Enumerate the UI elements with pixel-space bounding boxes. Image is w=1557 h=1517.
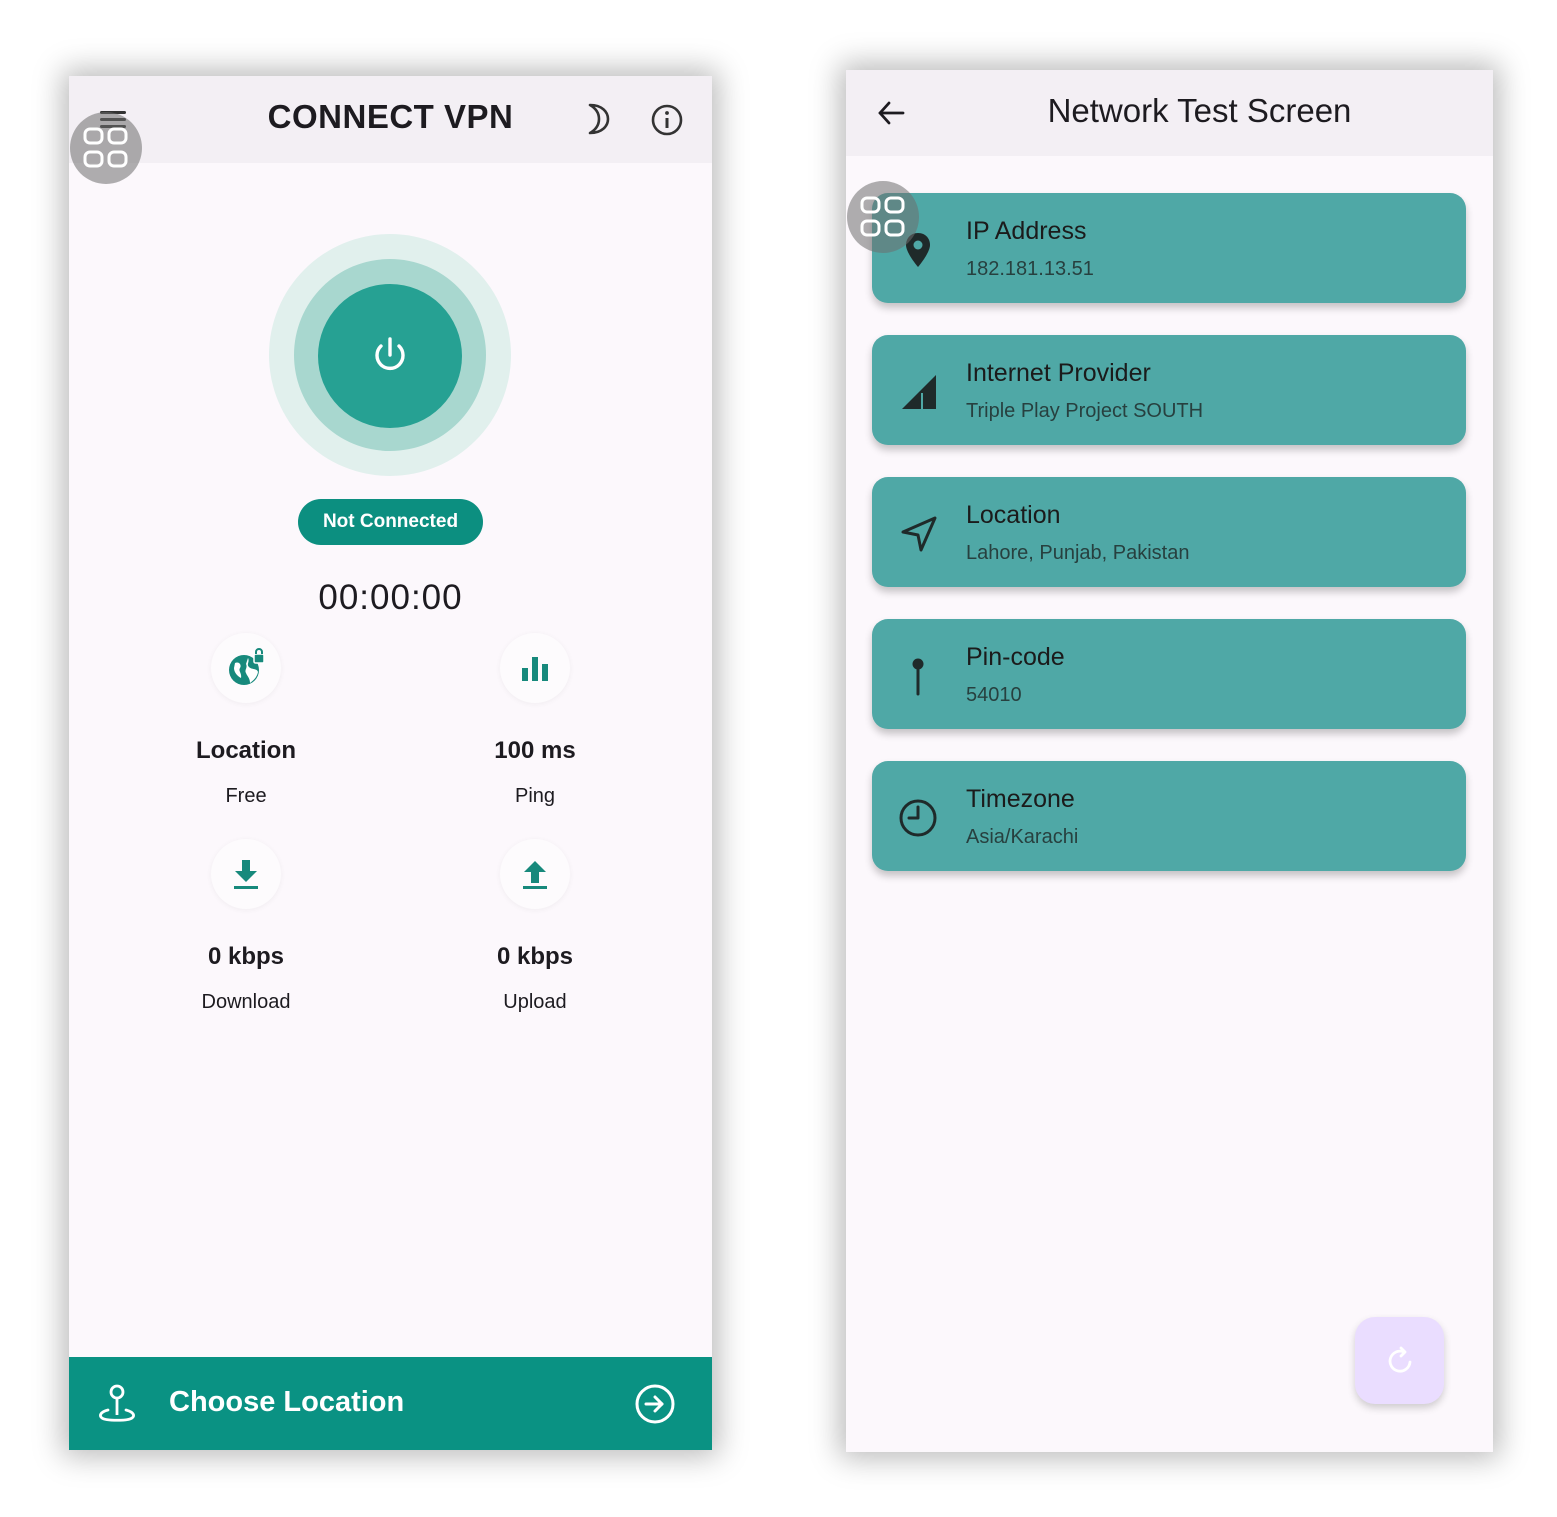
stat-location: Location Free <box>146 633 346 808</box>
status-badge: Not Connected <box>298 499 483 545</box>
power-icon <box>375 337 405 370</box>
info-icon[interactable] <box>650 103 684 137</box>
stat-upload-value: 0 kbps <box>496 943 574 970</box>
vpn-screen: CONNECT VPN Not Connected 00:00:00 Locat… <box>69 76 712 1450</box>
stat-download-icon-wrap <box>211 839 281 909</box>
location-pin-icon <box>99 1384 135 1422</box>
card-value: Asia/Karachi <box>966 826 1079 848</box>
choose-location-button[interactable]: Choose Location <box>69 1357 712 1450</box>
card-title: Location <box>966 501 1061 529</box>
card-ip-address: IP Address 182.181.13.51 <box>872 193 1466 303</box>
refresh-icon <box>1388 1346 1412 1373</box>
pushpin-icon <box>912 658 924 696</box>
floating-grid-icon[interactable] <box>847 181 919 253</box>
stat-ping-value: 100 ms <box>494 737 576 764</box>
stat-ping: 100 ms Ping <box>435 633 635 808</box>
page-title: CONNECT VPN <box>267 98 514 135</box>
card-pin-code: Pin-code 54010 <box>872 619 1466 729</box>
upload-icon <box>523 861 547 889</box>
card-internet-provider: Internet Provider Triple Play Project SO… <box>872 335 1466 445</box>
page-title: Network Test Screen <box>1047 92 1352 129</box>
clock-icon <box>899 799 937 837</box>
stat-ping-label: Ping <box>514 785 556 807</box>
card-value: 182.181.13.51 <box>966 258 1094 280</box>
power-button[interactable] <box>318 284 462 428</box>
stat-location-icon-wrap <box>211 633 281 703</box>
choose-location-label: Choose Location <box>169 1386 405 1418</box>
connection-timer: 00:00:00 <box>318 578 463 617</box>
card-timezone: Timezone Asia/Karachi <box>872 761 1466 871</box>
app-bar: CONNECT VPN <box>69 76 712 163</box>
bar-chart-icon <box>522 657 548 681</box>
refresh-button[interactable] <box>1355 1317 1444 1404</box>
floating-grid-icon[interactable] <box>70 112 142 184</box>
stat-download-value: 0 kbps <box>207 943 285 970</box>
navigation-arrow-icon <box>901 516 937 552</box>
stat-upload-label: Upload <box>503 991 567 1013</box>
download-icon <box>234 860 258 889</box>
signal-icon <box>902 375 936 409</box>
card-title: Pin-code <box>966 643 1065 671</box>
moon-icon[interactable] <box>584 102 612 136</box>
stat-download-label: Download <box>201 991 291 1013</box>
card-value: 54010 <box>966 684 1022 706</box>
stat-location-value: Location <box>196 737 296 764</box>
card-title: IP Address <box>966 217 1087 245</box>
card-value: Triple Play Project SOUTH <box>966 400 1204 422</box>
arrow-circle-right-icon <box>635 1384 675 1424</box>
stat-location-label: Free <box>225 785 267 807</box>
stat-download: 0 kbps Download <box>146 839 346 1014</box>
card-location: Location Lahore, Punjab, Pakistan <box>872 477 1466 587</box>
stat-ping-icon-wrap <box>500 633 570 703</box>
card-title: Timezone <box>966 785 1075 813</box>
app-bar: Network Test Screen <box>846 70 1493 156</box>
card-title: Internet Provider <box>966 359 1151 387</box>
card-value: Lahore, Punjab, Pakistan <box>966 542 1190 564</box>
globe-lock-icon <box>229 648 265 685</box>
stat-upload: 0 kbps Upload <box>435 839 635 1014</box>
stat-upload-icon-wrap <box>500 839 570 909</box>
network-test-screen: Network Test Screen IP Address 182.181.1… <box>846 70 1493 1452</box>
back-arrow-icon[interactable] <box>876 98 906 128</box>
